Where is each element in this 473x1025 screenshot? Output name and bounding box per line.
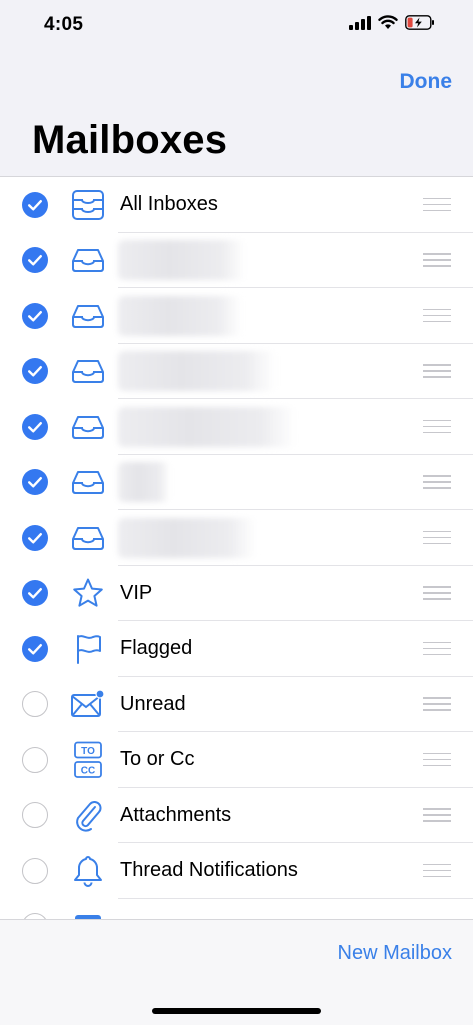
svg-text:TO: TO bbox=[81, 746, 95, 757]
mailbox-label: Thread Notifications bbox=[120, 859, 298, 882]
cellular-signal-icon bbox=[349, 15, 371, 30]
reorder-handle-icon[interactable] bbox=[423, 475, 451, 489]
to-cc-icon: TO CC bbox=[70, 741, 106, 778]
status-bar: 4:05 bbox=[0, 0, 473, 50]
inbox-icon bbox=[70, 242, 106, 278]
redacted-mailbox-name bbox=[118, 351, 276, 392]
redacted-mailbox-name bbox=[118, 462, 170, 503]
checkbox-checked-icon[interactable] bbox=[22, 247, 48, 274]
mailbox-row[interactable] bbox=[0, 899, 473, 919]
inbox-icon bbox=[70, 409, 106, 445]
inbox-icon bbox=[70, 520, 106, 556]
home-indicator[interactable] bbox=[152, 1008, 321, 1014]
redacted-mailbox-name bbox=[118, 406, 296, 447]
battery-charging-icon bbox=[405, 15, 434, 30]
redacted-mailbox-name bbox=[118, 517, 256, 558]
mailbox-list: All Inboxes VIP Flagged Unread TO CC To or Cc A… bbox=[0, 177, 473, 919]
page-title: Mailboxes bbox=[32, 118, 228, 162]
checkbox-unchecked-icon[interactable] bbox=[22, 691, 48, 718]
checkbox-checked-icon[interactable] bbox=[22, 635, 48, 662]
mailbox-row[interactable]: Flagged bbox=[0, 621, 473, 677]
unread-envelope-icon bbox=[70, 686, 106, 722]
reorder-handle-icon[interactable] bbox=[423, 530, 451, 545]
reorder-handle-icon[interactable] bbox=[423, 808, 451, 822]
all-inboxes-icon bbox=[70, 187, 106, 223]
flag-icon bbox=[70, 631, 106, 667]
toolbar: New Mailbox bbox=[0, 919, 473, 1025]
mailbox-row[interactable]: Unread bbox=[0, 677, 473, 733]
mailbox-row[interactable] bbox=[0, 510, 473, 566]
header: Done Mailboxes bbox=[0, 50, 473, 177]
mailbox-row[interactable]: All Inboxes bbox=[0, 177, 473, 233]
checkbox-checked-icon[interactable] bbox=[22, 191, 48, 218]
reorder-handle-icon[interactable] bbox=[423, 253, 451, 267]
reorder-handle-icon[interactable] bbox=[423, 641, 451, 656]
mailbox-label: VIP bbox=[120, 581, 153, 604]
redacted-mailbox-name bbox=[118, 240, 246, 281]
reorder-handle-icon[interactable] bbox=[423, 586, 451, 600]
mailbox-label: Flagged bbox=[120, 637, 193, 660]
mailbox-row[interactable] bbox=[0, 455, 473, 511]
reorder-handle-icon[interactable] bbox=[423, 863, 451, 878]
checkbox-checked-icon[interactable] bbox=[22, 524, 48, 551]
mailbox-label: Unread bbox=[120, 692, 186, 715]
checkbox-checked-icon[interactable] bbox=[22, 580, 48, 607]
calendar-icon bbox=[70, 908, 106, 919]
svg-text:CC: CC bbox=[81, 765, 95, 776]
reorder-handle-icon[interactable] bbox=[423, 419, 451, 434]
reorder-handle-icon[interactable] bbox=[423, 364, 451, 378]
done-button[interactable]: Done bbox=[400, 70, 453, 94]
reorder-handle-icon[interactable] bbox=[423, 752, 451, 767]
inbox-icon bbox=[70, 298, 106, 334]
mailbox-row[interactable]: Attachments bbox=[0, 788, 473, 844]
redacted-mailbox-name bbox=[118, 295, 242, 336]
mailbox-row[interactable] bbox=[0, 344, 473, 400]
mailbox-row[interactable] bbox=[0, 233, 473, 289]
bell-icon bbox=[70, 853, 106, 889]
mailbox-label: Attachments bbox=[120, 803, 232, 826]
inbox-icon bbox=[70, 353, 106, 389]
checkbox-unchecked-icon[interactable] bbox=[22, 857, 48, 884]
wifi-icon bbox=[378, 15, 398, 29]
mailbox-row[interactable] bbox=[0, 399, 473, 455]
new-mailbox-button[interactable]: New Mailbox bbox=[338, 942, 452, 965]
reorder-handle-icon[interactable] bbox=[423, 308, 451, 323]
status-time: 4:05 bbox=[44, 14, 84, 35]
checkbox-checked-icon[interactable] bbox=[22, 302, 48, 329]
checkbox-checked-icon[interactable] bbox=[22, 469, 48, 496]
mailbox-label: To or Cc bbox=[120, 748, 195, 771]
mailbox-label: All Inboxes bbox=[120, 193, 218, 216]
inbox-icon bbox=[70, 464, 106, 500]
mailbox-row[interactable] bbox=[0, 288, 473, 344]
star-icon bbox=[70, 575, 106, 611]
paperclip-icon bbox=[70, 797, 106, 833]
status-icons bbox=[349, 15, 435, 30]
mailbox-row[interactable]: TO CC To or Cc bbox=[0, 732, 473, 788]
checkbox-unchecked-icon[interactable] bbox=[22, 746, 48, 773]
checkbox-unchecked-icon[interactable] bbox=[22, 802, 48, 829]
mailbox-row[interactable]: VIP bbox=[0, 566, 473, 622]
reorder-handle-icon[interactable] bbox=[423, 697, 451, 711]
checkbox-checked-icon[interactable] bbox=[22, 413, 48, 440]
reorder-handle-icon[interactable] bbox=[423, 197, 451, 212]
mailbox-row[interactable]: Thread Notifications bbox=[0, 843, 473, 899]
checkbox-checked-icon[interactable] bbox=[22, 358, 48, 385]
